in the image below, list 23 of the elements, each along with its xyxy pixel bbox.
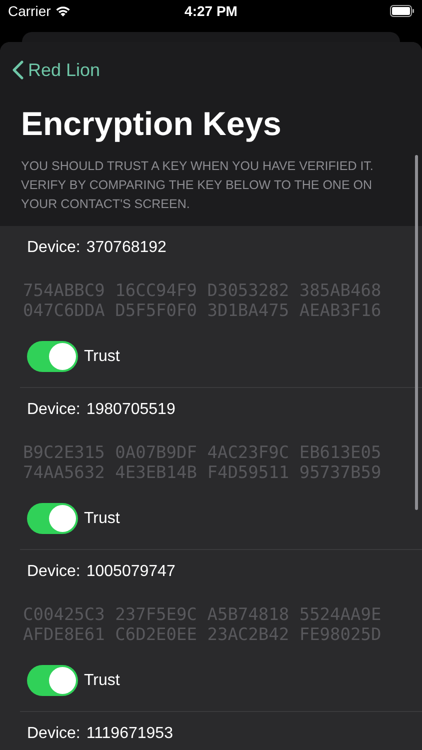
trust-label: Trust bbox=[84, 670, 120, 690]
device-label: Device: bbox=[27, 562, 80, 582]
scrollbar-icon bbox=[415, 155, 418, 510]
wifi-icon bbox=[54, 5, 71, 17]
trust-toggle[interactable] bbox=[27, 503, 78, 534]
battery-icon bbox=[390, 5, 414, 17]
device-id: 1005079747 bbox=[86, 562, 176, 582]
trust-label: Trust bbox=[84, 346, 120, 366]
device-label: Device: bbox=[27, 724, 80, 744]
back-button[interactable]: Red Lion bbox=[12, 56, 100, 84]
device-id: 370768192 bbox=[86, 238, 166, 258]
trust-label: Trust bbox=[84, 508, 120, 528]
trust-note: YOU SHOULD TRUST A KEY WHEN YOU HAVE VERIFIED IT. VERIFY BY COMPARING THE KEY BELOW TO THE ONE ON YOUR CONTACT'S SCREEN. bbox=[21, 158, 374, 213]
page-title: Encryption Keys bbox=[21, 104, 282, 144]
status-time: 4:27 PM bbox=[184, 2, 238, 20]
chevron-left-icon bbox=[12, 60, 24, 80]
trust-toggle[interactable] bbox=[27, 341, 78, 372]
device-id: 1119671953 bbox=[86, 724, 173, 744]
trust-toggle[interactable] bbox=[27, 665, 78, 696]
device-label: Device: bbox=[27, 400, 80, 420]
carrier-name: Carrier bbox=[8, 2, 51, 20]
device-label: Device: bbox=[27, 238, 80, 258]
device-id: 1980705519 bbox=[86, 400, 176, 420]
